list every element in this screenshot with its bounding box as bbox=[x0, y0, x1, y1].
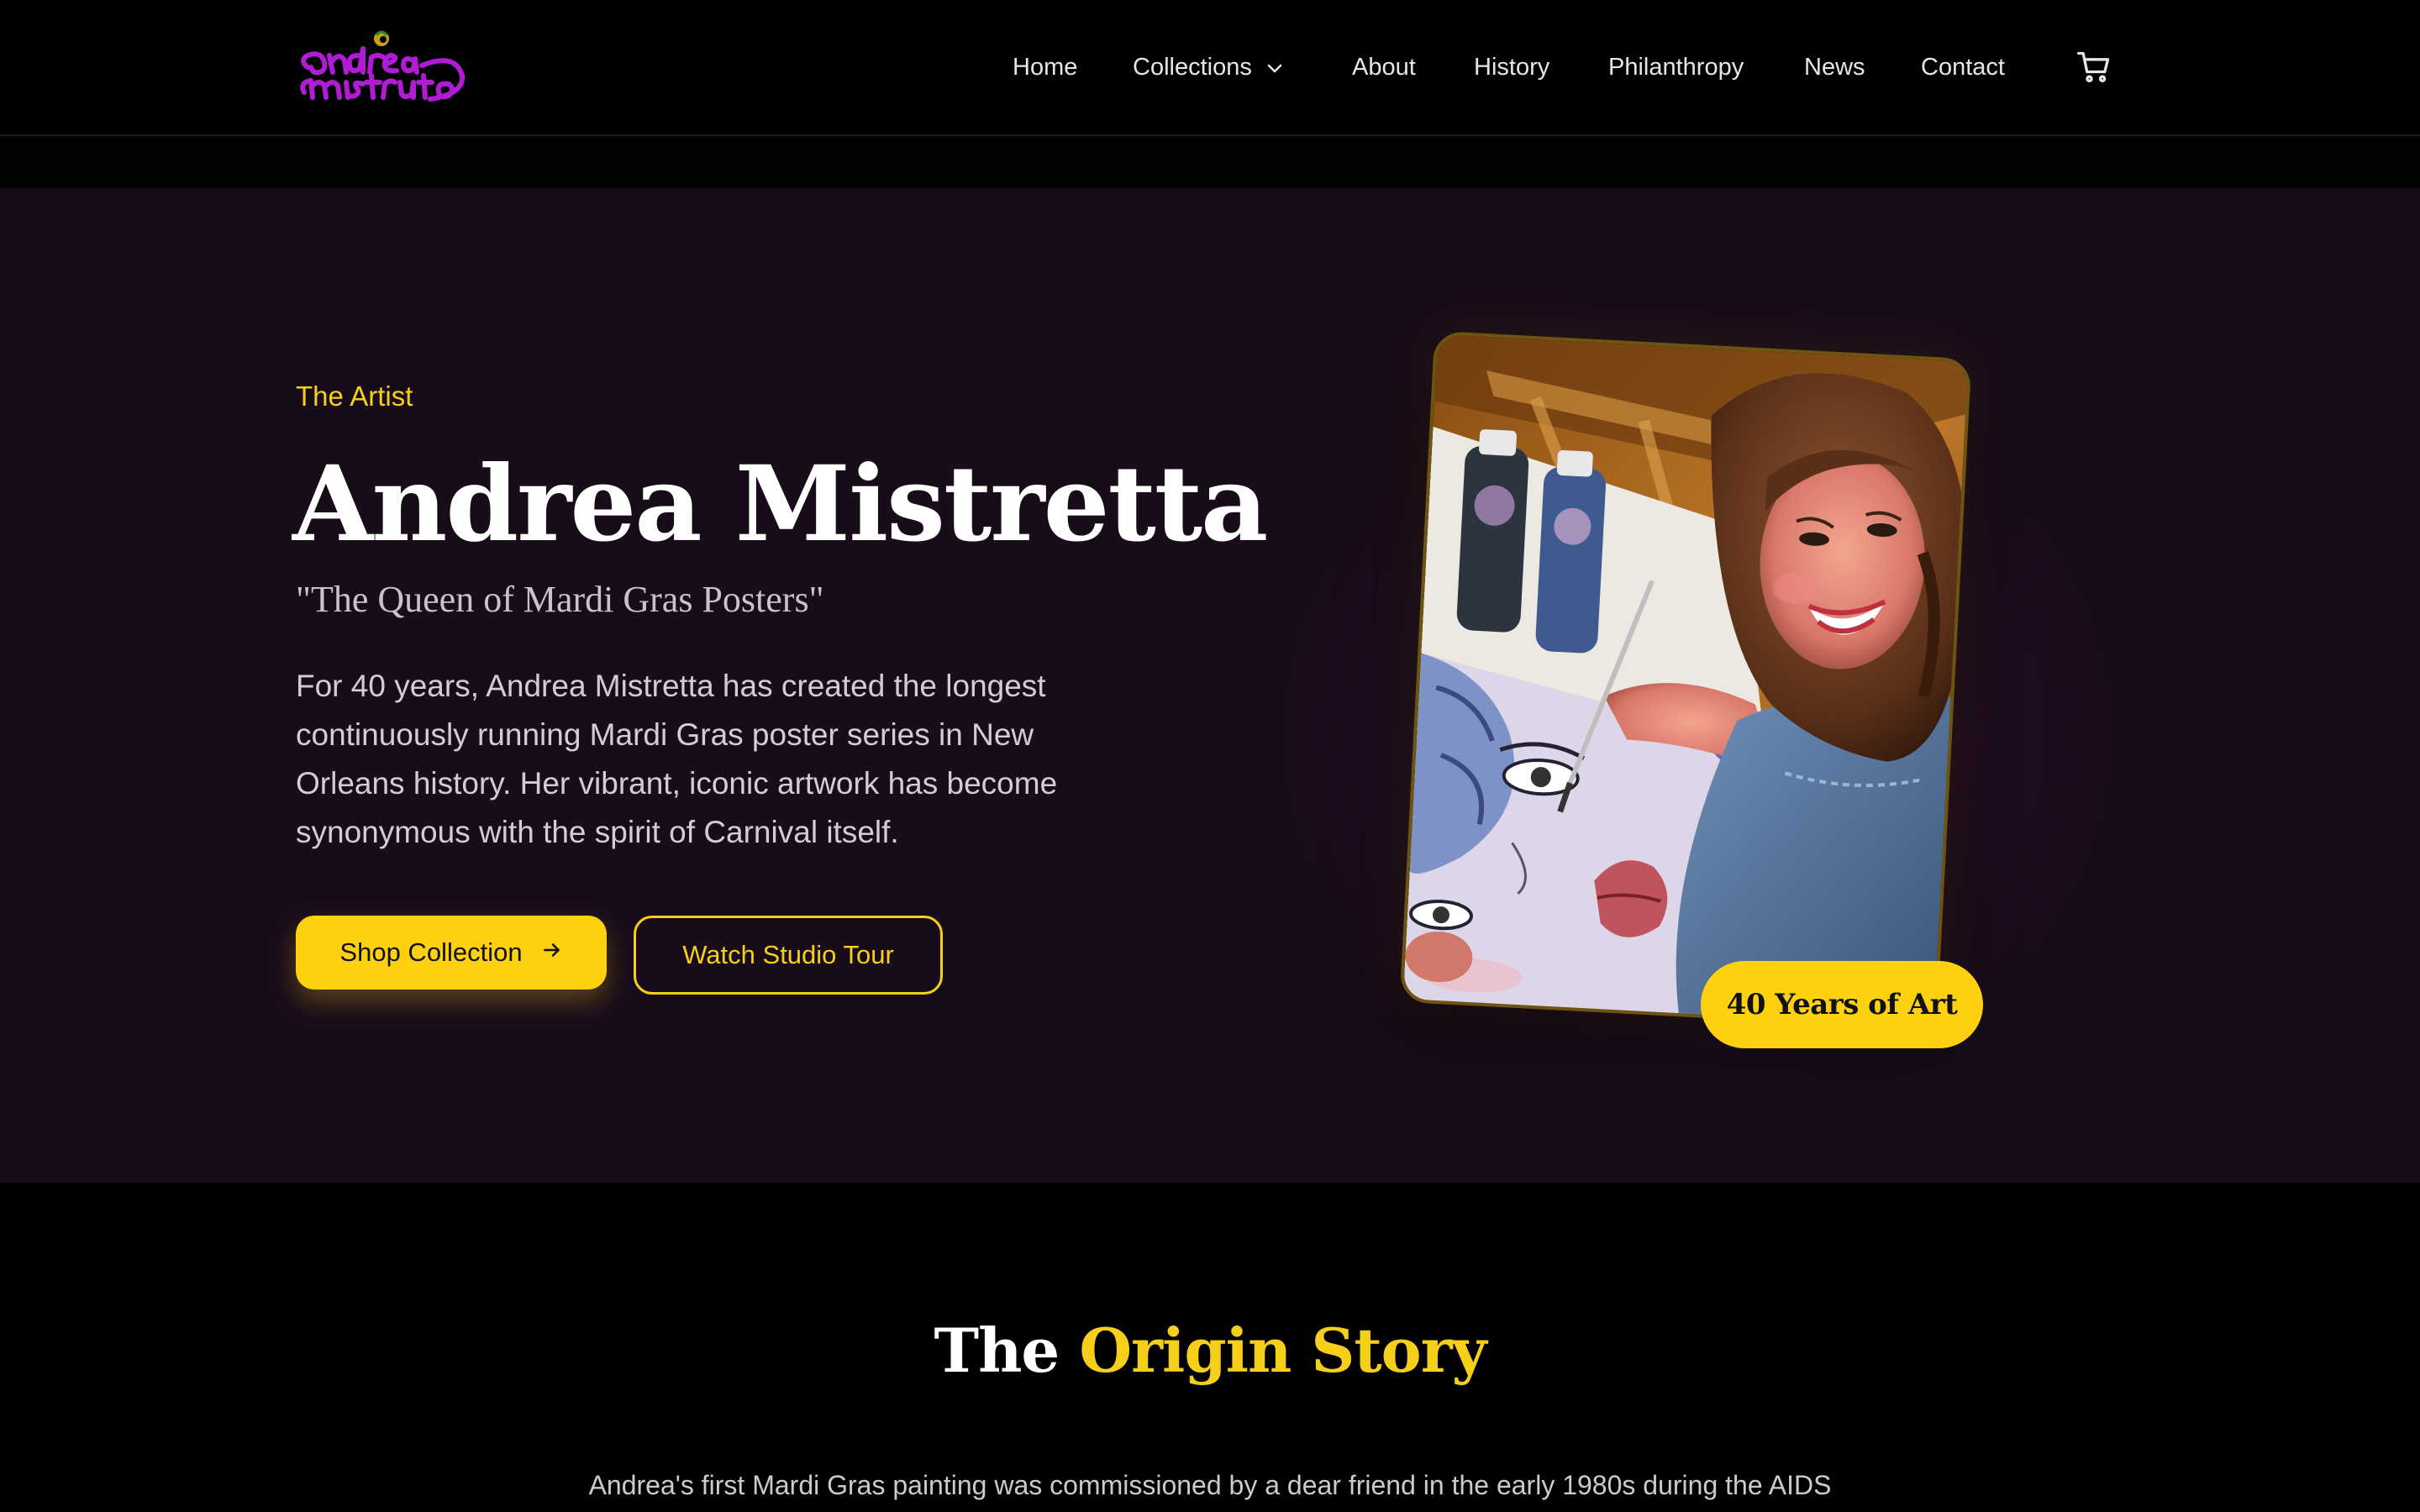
logo-mark bbox=[300, 30, 466, 102]
nav-collections-label: Collections bbox=[1133, 54, 1252, 81]
origin-heading-accent: Origin Story bbox=[1079, 1315, 1486, 1386]
hero-intro-text: For 40 years, Andrea Mistretta has creat… bbox=[296, 669, 1058, 849]
nav-history[interactable]: History bbox=[1474, 50, 1549, 84]
origin-text: Andrea's first Mardi Gras painting was c… bbox=[588, 1470, 1832, 1500]
shop-collection-button[interactable]: Shop Collection bbox=[296, 916, 607, 990]
site-header: Home Collections About History Philanthr… bbox=[0, 0, 2420, 136]
arrow-right-icon bbox=[541, 937, 563, 968]
artist-name-heading: Andrea Mistretta bbox=[292, 444, 1268, 565]
years-badge: 40 Years of Art bbox=[1701, 961, 1983, 1048]
nav-about[interactable]: About bbox=[1352, 50, 1416, 84]
site-logo[interactable] bbox=[296, 27, 469, 104]
artist-photo bbox=[1399, 330, 1972, 1031]
origin-section: The Origin Story Andrea's first Mardi Gr… bbox=[0, 1183, 2420, 1512]
watch-studio-tour-button[interactable]: Watch Studio Tour bbox=[634, 916, 943, 995]
nav-home[interactable]: Home bbox=[1013, 50, 1077, 84]
header-spacer bbox=[0, 136, 2420, 188]
nav-contact[interactable]: Contact bbox=[1921, 50, 2005, 84]
hero-section: The Artist Andrea Mistretta "The Queen o… bbox=[0, 188, 2420, 1183]
nav-collections[interactable]: Collections bbox=[1133, 50, 1282, 84]
artist-tagline: "The Queen of Mardi Gras Posters" bbox=[296, 579, 824, 620]
chevron-down-icon bbox=[1267, 50, 1282, 83]
origin-heading: The Origin Story bbox=[0, 1309, 2420, 1393]
shop-collection-label: Shop Collection bbox=[339, 937, 523, 967]
nav-philanthropy[interactable]: Philanthropy bbox=[1608, 50, 1744, 84]
hero-eyebrow: The Artist bbox=[296, 381, 413, 412]
origin-heading-plain: The bbox=[934, 1315, 1080, 1386]
cart-icon[interactable] bbox=[2075, 49, 2112, 86]
nav-news[interactable]: News bbox=[1804, 50, 1865, 84]
artist-photo-illustration bbox=[1402, 334, 1972, 1031]
